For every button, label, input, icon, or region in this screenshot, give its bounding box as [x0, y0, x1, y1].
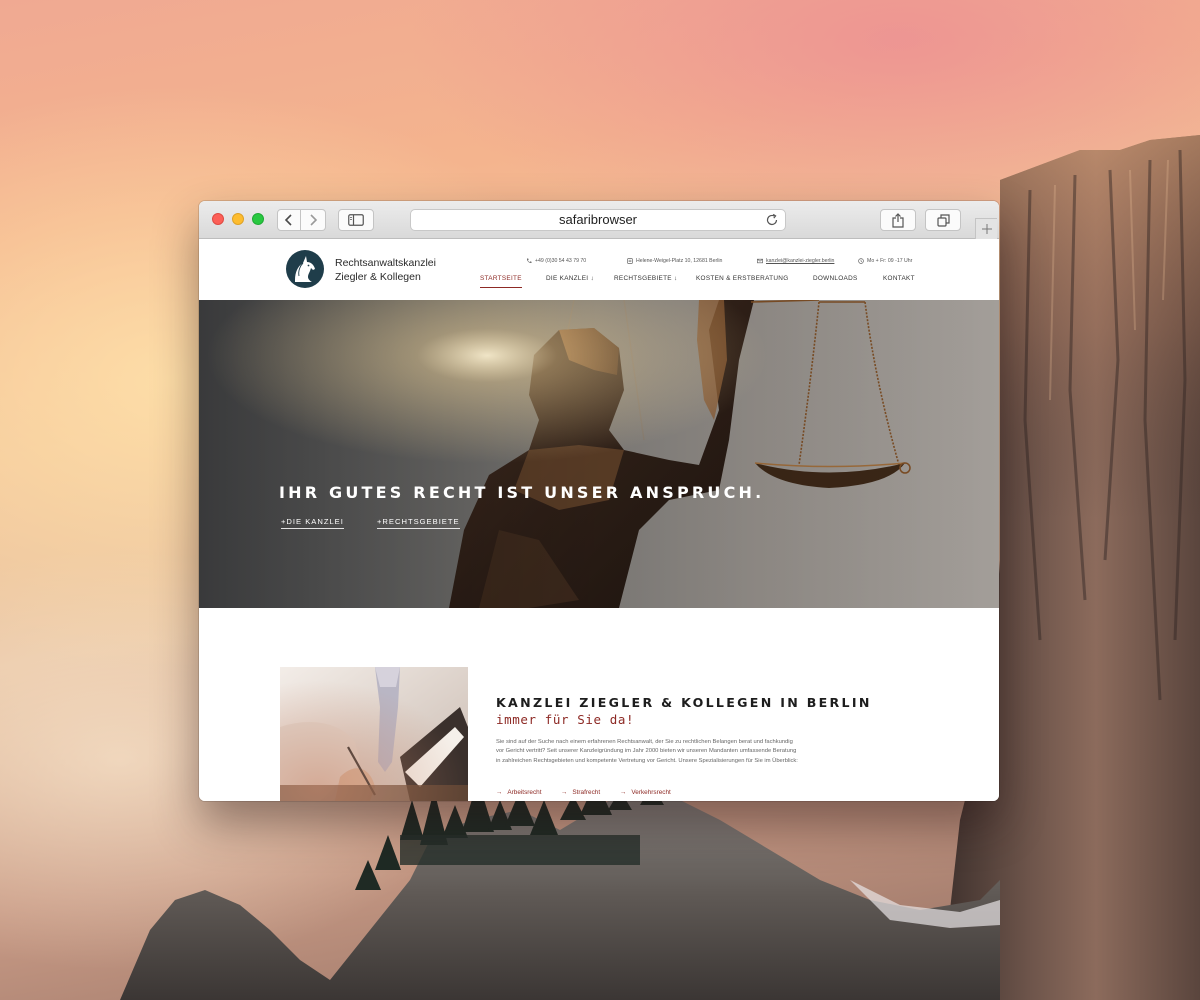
reload-icon[interactable] — [765, 213, 779, 227]
hero-link-die-kanzlei[interactable]: +DIE KANZLEI — [281, 517, 344, 529]
address-bar-url: safaribrowser — [558, 212, 638, 227]
sidebar-toggle-button[interactable] — [338, 209, 374, 231]
section-subtitle: immer für Sie da! — [496, 712, 635, 727]
section-title: KANZLEI ZIEGLER & KOLLEGEN IN BERLIN — [496, 695, 872, 710]
nav-item-kosten-erstberatung[interactable]: KOSTEN & ERSTBERATUNG — [696, 275, 788, 287]
nav-item-rechtsgebiete[interactable]: RECHTSGEBIETE ↓ — [614, 275, 677, 287]
arrow-right-icon: → — [561, 789, 568, 796]
contact-address-text: Helene-Weigel-Platz 10, 12681 Berlin — [636, 258, 723, 264]
intro-section: KANZLEI ZIEGLER & KOLLEGEN IN BERLIN imm… — [199, 608, 999, 801]
sidebar-icon — [348, 214, 364, 226]
contact-email-text: kanzlei@kanzlei-ziegler.berlin — [766, 258, 835, 264]
practice-area-label: Verkehrsrecht — [631, 789, 671, 796]
contact-phone[interactable]: +49 (0)30 54 43 79 70 — [526, 256, 586, 266]
share-button[interactable] — [880, 209, 916, 231]
hero-link-rechtsgebiete[interactable]: +RECHTSGEBIETE — [377, 517, 460, 529]
contact-email[interactable]: kanzlei@kanzlei-ziegler.berlin — [757, 256, 834, 266]
contact-phone-text: +49 (0)30 54 43 79 70 — [535, 258, 587, 264]
lawyer-writing-photo — [280, 667, 468, 801]
plus-icon — [981, 224, 992, 234]
location-icon — [627, 258, 633, 264]
tabs-overview-icon — [936, 213, 950, 227]
nav-item-kontakt[interactable]: KONTAKT — [883, 275, 915, 287]
nav-item-startseite[interactable]: STARTSEITE — [480, 275, 522, 288]
back-button[interactable] — [277, 209, 301, 231]
hero-banner: IHR GUTES RECHT IST UNSER ANSPRUCH. +DIE… — [199, 300, 999, 608]
practice-area-label: Arbeitsrecht — [507, 789, 542, 796]
chevron-left-icon — [284, 214, 292, 226]
nav-item-downloads[interactable]: DOWNLOADS — [813, 275, 858, 287]
practice-area-link[interactable]: → Verkehrsrecht — [620, 789, 671, 796]
site-header: Rechtsanwaltskanzlei Ziegler & Kollegen … — [199, 239, 999, 300]
lady-justice-image — [199, 300, 999, 608]
unicorn-logo-icon[interactable] — [286, 250, 324, 288]
practice-area-link[interactable]: → Arbeitsrecht — [496, 789, 542, 796]
zoom-window-button[interactable] — [252, 213, 264, 225]
forward-button[interactable] — [301, 209, 326, 231]
address-bar[interactable]: safaribrowser — [410, 209, 786, 231]
share-icon — [892, 212, 904, 228]
brand-line-2: Ziegler & Kollegen — [335, 271, 421, 283]
close-window-button[interactable] — [212, 213, 224, 225]
chevron-right-icon — [310, 214, 318, 226]
contact-hours: Mo + Fr: 09 -17 Uhr — [858, 256, 912, 266]
arrow-right-icon: → — [496, 789, 503, 796]
brand-name[interactable]: Rechtsanwaltskanzlei Ziegler & Kollegen — [335, 256, 436, 284]
arrow-right-icon: → — [620, 789, 627, 796]
new-tab-button[interactable] — [975, 218, 997, 239]
show-tabs-button[interactable] — [925, 209, 961, 231]
practice-area-link[interactable]: → Strafrecht — [561, 789, 600, 796]
clock-icon — [858, 258, 864, 264]
contact-address: Helene-Weigel-Platz 10, 12681 Berlin — [627, 256, 722, 266]
mail-icon — [757, 258, 763, 264]
browser-window: safaribrowser Rechtsanwaltskanzlei Ziegl… — [199, 201, 999, 801]
browser-toolbar: safaribrowser — [199, 201, 999, 239]
section-body-text: Sie sind auf der Suche nach einem erfahr… — [496, 739, 798, 764]
practice-area-label: Strafrecht — [572, 789, 601, 796]
phone-icon — [526, 258, 532, 264]
contact-hours-text: Mo + Fr: 09 -17 Uhr — [867, 258, 913, 264]
minimize-window-button[interactable] — [232, 213, 244, 225]
brand-line-1: Rechtsanwaltskanzlei — [335, 257, 436, 269]
hero-headline: IHR GUTES RECHT IST UNSER ANSPRUCH. — [279, 483, 765, 502]
nav-item-die-kanzlei[interactable]: DIE KANZLEI ↓ — [546, 275, 594, 287]
